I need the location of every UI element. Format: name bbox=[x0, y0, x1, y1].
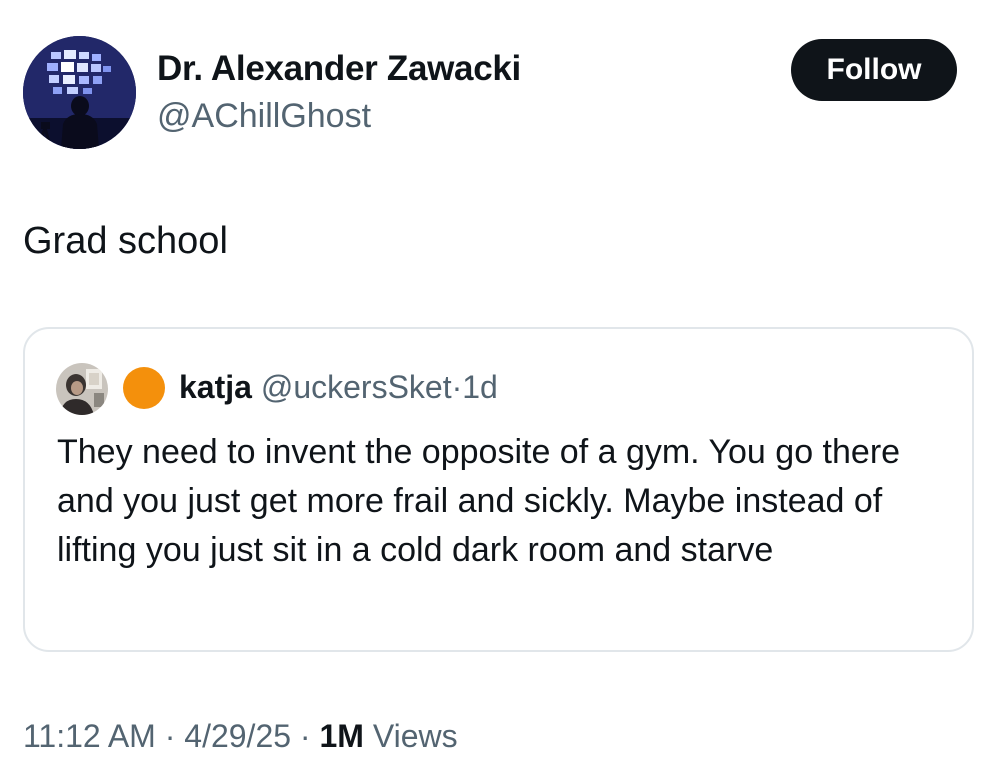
person-before-monitor-wall-icon bbox=[23, 36, 136, 149]
quoted-tweet-time[interactable]: 1d bbox=[462, 369, 498, 405]
follow-button[interactable]: Follow bbox=[791, 39, 957, 101]
author-avatar[interactable] bbox=[23, 36, 136, 149]
meta-separator: · bbox=[164, 718, 176, 754]
tweet-text: Grad school bbox=[23, 220, 228, 262]
author-display-name[interactable]: Dr. Alexander Zawacki bbox=[157, 48, 521, 90]
quoted-author-name[interactable]: katja bbox=[179, 369, 252, 405]
quoted-author-avatar[interactable] bbox=[56, 363, 108, 415]
author-handle[interactable]: @AChillGhost bbox=[157, 95, 371, 137]
quoted-author-handle[interactable]: @uckersSket bbox=[261, 369, 452, 405]
person-photo-avatar-icon bbox=[56, 363, 108, 415]
views-count: 1M bbox=[319, 718, 364, 754]
header-separator: · bbox=[451, 369, 463, 405]
tweet-date[interactable]: 4/29/25 bbox=[184, 718, 291, 754]
quoted-tweet-header: katja @uckersSket·1d bbox=[179, 367, 498, 407]
views-label: Views bbox=[372, 718, 458, 754]
tweet-meta: 11:12 AM · 4/29/25 · 1M Views bbox=[23, 716, 458, 756]
meta-separator: · bbox=[299, 718, 311, 754]
quoted-tweet-text: They need to invent the opposite of a gy… bbox=[57, 433, 901, 569]
quoted-tweet-card[interactable]: katja @uckersSket·1d They need to invent… bbox=[23, 327, 974, 652]
orange-circle-emoji-icon bbox=[123, 367, 165, 409]
tweet-time[interactable]: 11:12 AM bbox=[23, 718, 156, 754]
